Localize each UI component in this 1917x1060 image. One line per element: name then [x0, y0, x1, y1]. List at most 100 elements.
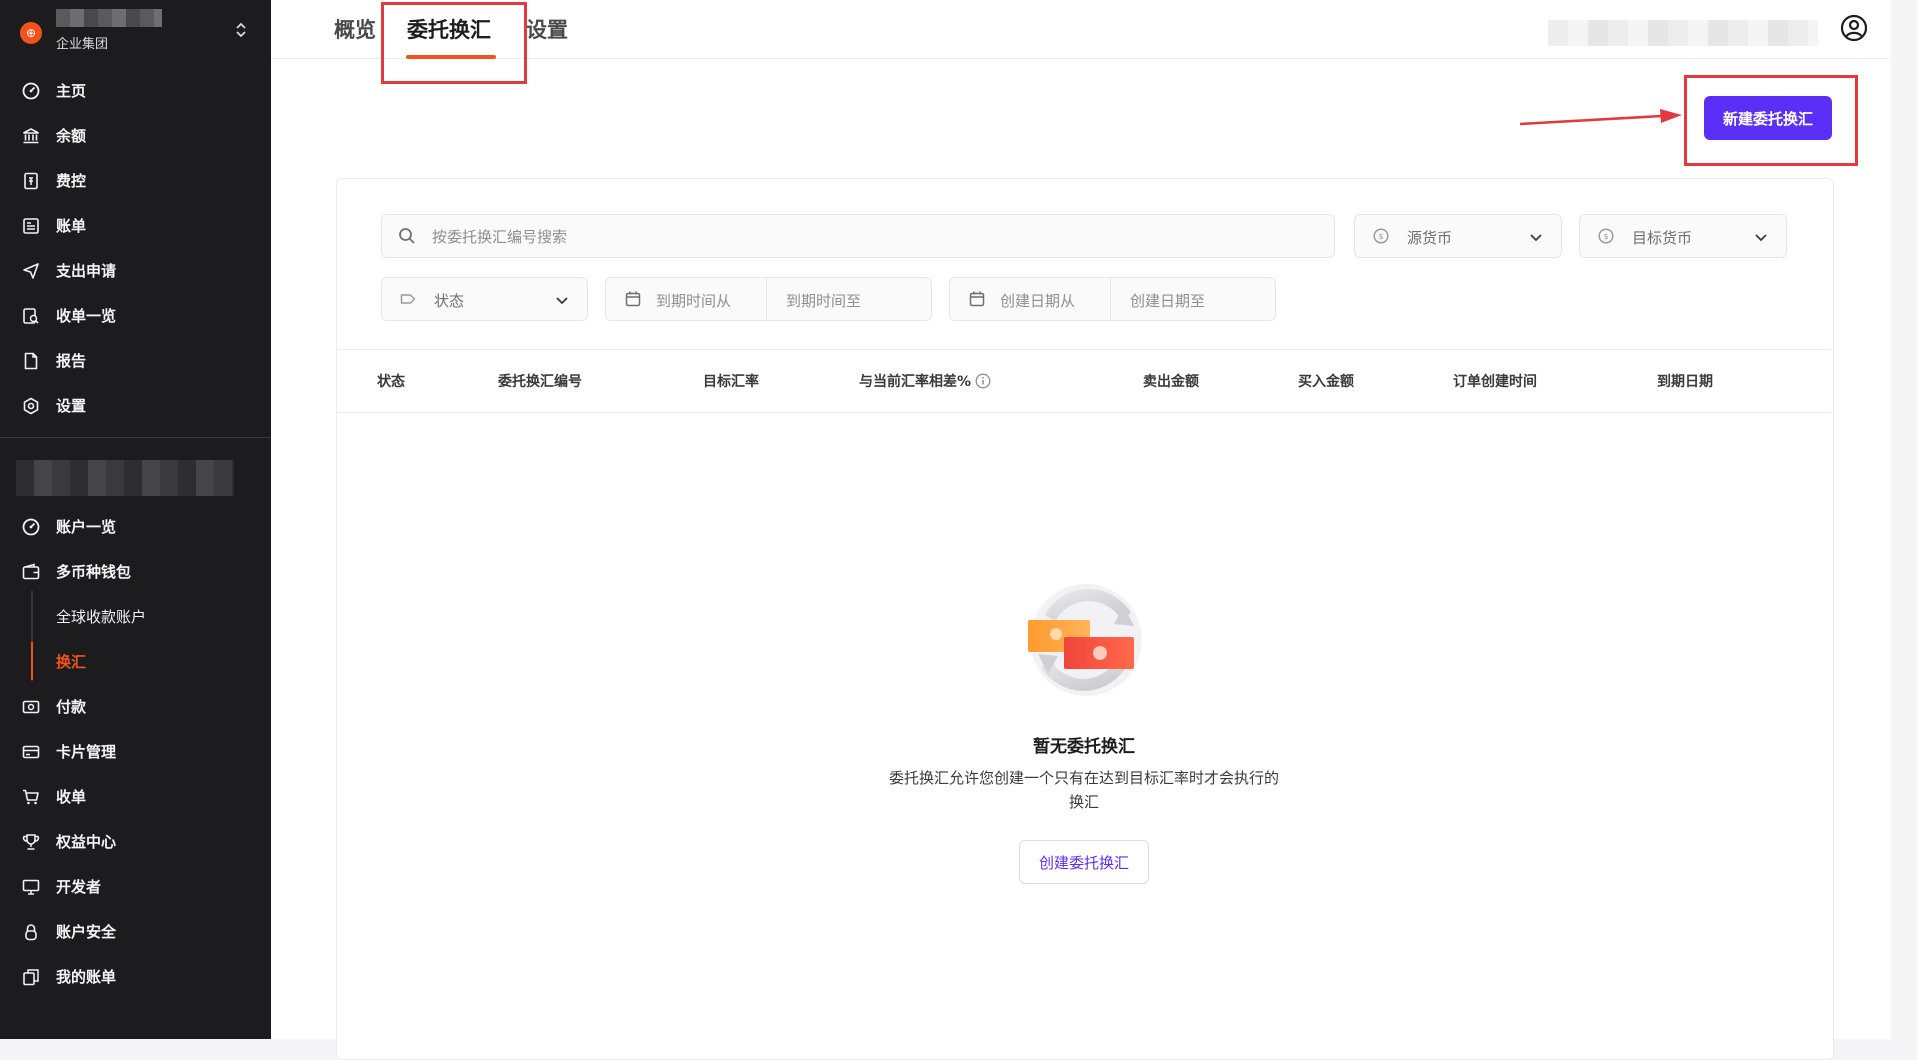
- sidebar-item-label: 账户一览: [56, 518, 117, 536]
- sidebar-item-label: 报告: [56, 352, 87, 370]
- currency-icon: $: [1373, 228, 1389, 248]
- search-input[interactable]: [430, 215, 1314, 259]
- sidebar-item-label: 卡片管理: [56, 743, 117, 761]
- dashboard-icon: [22, 82, 40, 100]
- sidebar-divider: [0, 437, 271, 438]
- page-right-gutter: [1891, 0, 1917, 1039]
- sidebar-item-fx[interactable]: 换汇: [0, 639, 271, 684]
- account-name-redacted: [16, 460, 234, 496]
- sidebar-item-label: 权益中心: [56, 833, 117, 851]
- sidebar-item-label: 全球收款账户: [56, 608, 147, 626]
- sidebar-item-label: 收单: [56, 788, 87, 806]
- status-select[interactable]: 状态: [381, 277, 588, 321]
- sidebar-item-wallet[interactable]: 多币种钱包: [0, 549, 271, 594]
- sidebar-item-label: 收单一览: [56, 307, 117, 325]
- tag-icon: [400, 291, 416, 311]
- empty-state-title: 暂无委托换汇: [1033, 737, 1135, 757]
- chevron-down-icon: [555, 292, 569, 311]
- org-name-redacted: [56, 9, 162, 27]
- sidebar-item-label: 账单: [56, 217, 87, 235]
- target-currency-select[interactable]: $ 目标货币: [1579, 214, 1787, 258]
- empty-state-description: 委托换汇允许您创建一个只有在达到目标汇率时才会执行的换汇: [888, 769, 1279, 811]
- annotation-box-tab: [381, 2, 527, 84]
- created-date-range: 创建日期从 创建日期至: [949, 277, 1276, 321]
- sidebar-item-benefits[interactable]: 权益中心: [0, 819, 271, 864]
- created-from-input[interactable]: 创建日期从: [1000, 290, 1075, 311]
- card-icon: [22, 743, 40, 761]
- status-value: 状态: [434, 292, 465, 310]
- sidebar-item-accounts[interactable]: 账户一览: [0, 504, 271, 549]
- sidebar-item-spend-request[interactable]: 支出申请: [0, 248, 271, 293]
- sidebar-item-home[interactable]: 主页: [0, 68, 271, 113]
- sidebar-item-bill[interactable]: 账单: [0, 203, 271, 248]
- wallet-icon: [22, 563, 40, 581]
- chevron-updown-icon[interactable]: [236, 22, 246, 39]
- create-conditional-fx-button[interactable]: 创建委托换汇: [1019, 840, 1149, 884]
- sidebar-item-global-accounts[interactable]: 全球收款账户: [0, 594, 271, 639]
- sidebar-item-label: 我的账单: [56, 968, 117, 986]
- column-header-rate-diff-label: 与当前汇率相差%: [859, 374, 972, 390]
- range-separator: [766, 278, 767, 320]
- created-to-input[interactable]: 创建日期至: [1130, 290, 1205, 311]
- currency-icon: $: [1598, 228, 1614, 248]
- column-header-expiry-date: 到期日期: [1657, 374, 1713, 390]
- sidebar-item-payment[interactable]: 付款: [0, 684, 271, 729]
- dashboard-icon: [22, 518, 40, 536]
- search-icon: [398, 227, 416, 249]
- sidebar-item-settings[interactable]: 设置: [0, 383, 271, 428]
- table-header-top-border: [337, 349, 1831, 350]
- sidebar-item-balance[interactable]: 余额: [0, 113, 271, 158]
- column-header-status: 状态: [377, 374, 405, 390]
- tab-settings[interactable]: 设置: [526, 14, 568, 44]
- sidebar-item-label: 付款: [56, 698, 87, 716]
- expiry-from-input[interactable]: 到期时间从: [656, 290, 731, 311]
- settings-icon: [22, 397, 40, 415]
- chevron-down-icon: [1754, 229, 1768, 248]
- sidebar-item-label: 多币种钱包: [56, 563, 132, 581]
- annotation-arrow: [1520, 109, 1682, 126]
- sidebar-item-developer[interactable]: 开发者: [0, 864, 271, 909]
- sidebar: ⊕ 企业集团 主页 余额 费控 账单 支出申请 收单一览 报告 设置 账户一览 …: [0, 0, 271, 1039]
- sidebar-item-label: 开发者: [56, 878, 102, 896]
- lock-icon: [22, 923, 40, 941]
- chevron-down-icon: [1529, 229, 1543, 248]
- sidebar-item-report[interactable]: 报告: [0, 338, 271, 383]
- info-icon[interactable]: [975, 373, 991, 393]
- range-separator: [1110, 278, 1111, 320]
- org-logo-icon: ⊕: [20, 22, 42, 44]
- currency-exchange-illustration: [1028, 584, 1142, 696]
- sidebar-item-receipts[interactable]: 收单一览: [0, 293, 271, 338]
- sidebar-item-acquiring[interactable]: 收单: [0, 774, 271, 819]
- column-header-created-time: 订单创建时间: [1453, 374, 1537, 390]
- expiry-date-range: 到期时间从 到期时间至: [605, 277, 932, 321]
- sidebar-item-label: 支出申请: [56, 262, 117, 280]
- report-icon: [22, 352, 40, 370]
- org-subtitle: 企业集团: [56, 37, 109, 52]
- tab-overview[interactable]: 概览: [334, 14, 376, 44]
- trophy-icon: [22, 833, 40, 851]
- bill-icon: [22, 217, 40, 235]
- user-name-redacted: [1548, 20, 1818, 46]
- sidebar-item-cards[interactable]: 卡片管理: [0, 729, 271, 774]
- target-currency-value: 目标货币: [1632, 229, 1693, 247]
- sidebar-item-label: 余额: [56, 127, 87, 145]
- column-header-order-id: 委托换汇编号: [498, 374, 582, 390]
- sidebar-item-label: 设置: [56, 397, 87, 415]
- user-circle-icon[interactable]: [1840, 14, 1868, 42]
- monitor-icon: [22, 878, 40, 896]
- column-header-sell-amount: 卖出金额: [1143, 374, 1199, 390]
- org-switcher[interactable]: ⊕ 企业集团: [0, 0, 271, 72]
- bank-icon: [22, 127, 40, 145]
- column-header-rate-diff: 与当前汇率相差%: [859, 371, 991, 393]
- sidebar-item-my-bills[interactable]: 我的账单: [0, 954, 271, 999]
- source-currency-value: 源货币: [1407, 229, 1453, 247]
- column-header-target-rate: 目标汇率: [703, 374, 759, 390]
- sidebar-item-label: 换汇: [56, 653, 87, 671]
- new-conditional-fx-button[interactable]: 新建委托换汇: [1704, 96, 1832, 140]
- source-currency-select[interactable]: $ 源货币: [1354, 214, 1562, 258]
- sidebar-item-expense[interactable]: 费控: [0, 158, 271, 203]
- column-header-buy-amount: 买入金额: [1298, 374, 1354, 390]
- sidebar-item-security[interactable]: 账户安全: [0, 909, 271, 954]
- expiry-to-input[interactable]: 到期时间至: [786, 290, 861, 311]
- table-header-bottom-border: [337, 412, 1831, 413]
